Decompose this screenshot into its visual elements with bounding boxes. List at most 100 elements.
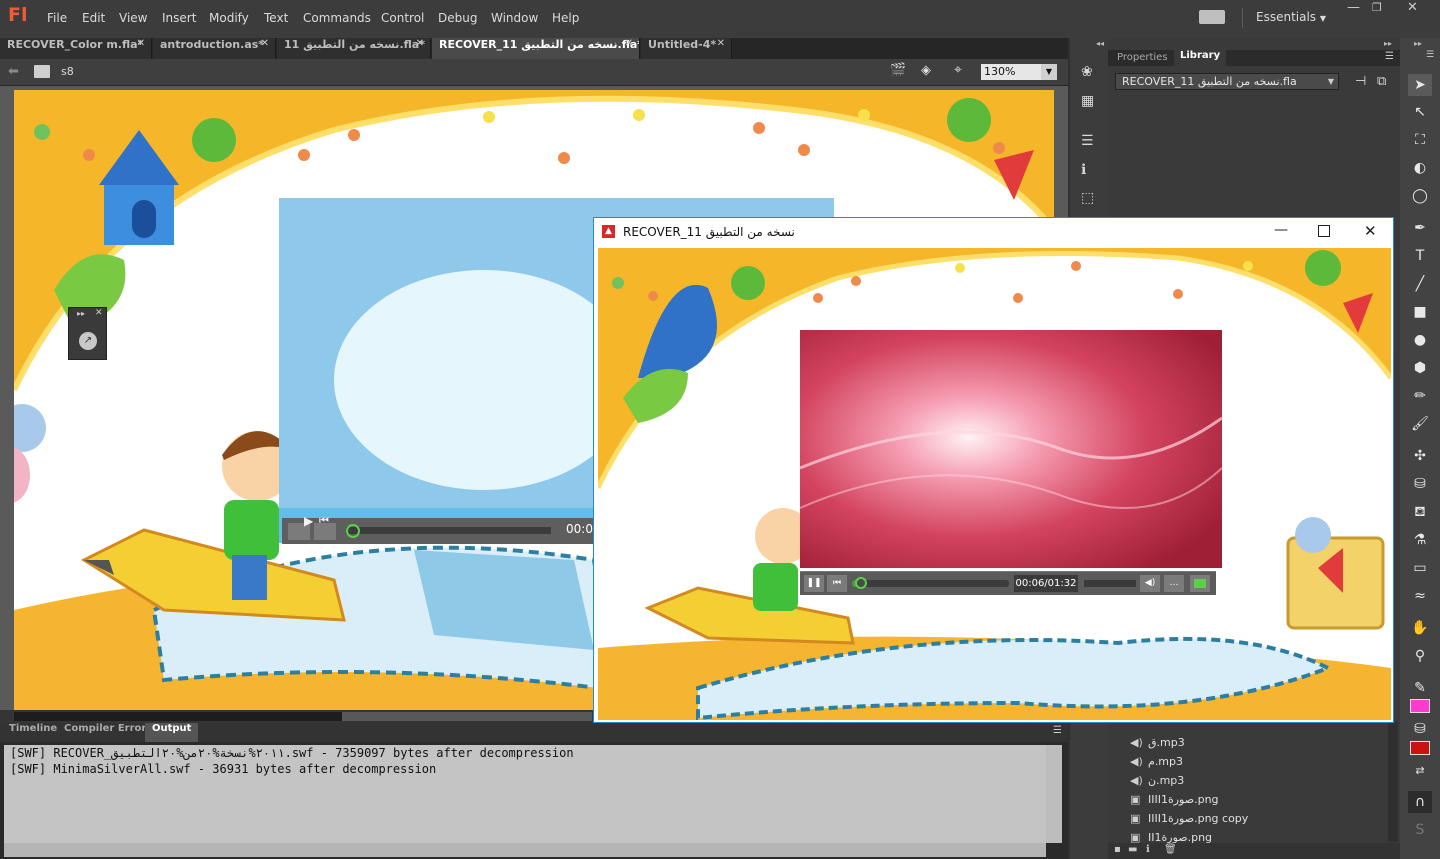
menu-commands[interactable]: Commands: [303, 11, 371, 25]
panel-menu-icon[interactable]: ☰: [1053, 725, 1062, 736]
close-icon[interactable]: ✕: [1407, 0, 1418, 15]
text-tool-icon[interactable]: T: [1408, 245, 1432, 267]
pen-tool-icon[interactable]: ✒: [1408, 217, 1432, 239]
menu-text[interactable]: Text: [264, 11, 288, 25]
close-icon[interactable]: ✕: [1364, 222, 1377, 240]
menu-modify[interactable]: Modify: [209, 11, 249, 25]
menu-window[interactable]: Window: [491, 11, 538, 25]
stroke-color-swatch[interactable]: [1410, 741, 1430, 755]
menu-control[interactable]: Control: [381, 11, 424, 25]
doc-tab[interactable]: نسخه من التطبيق 11.fla* ✕: [277, 38, 431, 59]
tab-timeline[interactable]: Timeline: [2, 723, 64, 742]
output-vertical-scrollbar[interactable]: [1046, 745, 1062, 843]
expand-icon[interactable]: ▸▸: [77, 309, 85, 318]
properties-icon[interactable]: ℹ: [1146, 844, 1150, 855]
edit-scene-icon[interactable]: 🎬: [890, 63, 906, 78]
hand-tool-icon[interactable]: ✋: [1408, 617, 1432, 639]
list-item[interactable]: ◀) ن.mp3: [1130, 774, 1184, 787]
rewind-icon[interactable]: ⏮: [319, 514, 329, 528]
menu-view[interactable]: View: [119, 11, 147, 25]
info-icon[interactable]: ℹ: [1081, 162, 1099, 178]
tab-compiler-errors[interactable]: Compiler Errors: [57, 723, 159, 742]
close-tab-icon[interactable]: ✕: [717, 38, 725, 49]
restore-icon[interactable]: ❐: [1372, 1, 1382, 14]
list-item[interactable]: ◀) ق.mp3: [1130, 736, 1185, 749]
new-symbol-icon[interactable]: ▪: [1114, 844, 1121, 855]
workspace-switcher[interactable]: Essentials ▼: [1256, 10, 1326, 24]
line-tool-icon[interactable]: ╱: [1408, 273, 1432, 295]
menu-edit[interactable]: Edit: [82, 11, 105, 25]
list-item[interactable]: ▣ IIIIصورة1.png copy: [1130, 812, 1248, 825]
doc-tab-active[interactable]: RECOVER_11 نسخه من التطبيق.fla*✕: [432, 38, 640, 59]
eyedropper-tool-icon[interactable]: ⚗: [1408, 529, 1432, 551]
grid-icon[interactable]: ▦: [1081, 93, 1099, 109]
transform-icon[interactable]: ⬚: [1081, 190, 1099, 206]
bone-tool-icon[interactable]: ✣: [1408, 445, 1432, 467]
maximize-icon[interactable]: [1318, 225, 1330, 237]
lasso-tool-icon[interactable]: ◯: [1408, 185, 1432, 207]
list-item[interactable]: ◀) م.mp3: [1130, 755, 1183, 768]
close-icon[interactable]: ✕: [95, 308, 103, 318]
eraser-tool-icon[interactable]: ▭: [1408, 557, 1432, 579]
oval-tool-icon[interactable]: ●: [1408, 329, 1432, 351]
menu-help[interactable]: Help: [552, 11, 579, 25]
captions-icon[interactable]: …: [1164, 575, 1184, 592]
edit-symbols-icon[interactable]: ◈: [921, 63, 931, 78]
seek-handle[interactable]: [855, 577, 868, 589]
list-item[interactable]: ▣ IIIIصورة1.png: [1130, 793, 1219, 806]
free-transform-tool-icon[interactable]: ⛶: [1408, 129, 1432, 151]
3d-rotation-tool-icon[interactable]: ◐: [1408, 157, 1432, 179]
delete-icon[interactable]: 🗑: [1164, 844, 1177, 855]
close-tab-icon[interactable]: ✕: [416, 38, 424, 49]
center-stage-icon[interactable]: ⌖: [954, 62, 962, 78]
doc-tab[interactable]: antroduction.as* ✕: [153, 38, 276, 59]
pause-icon[interactable]: ❚❚: [804, 575, 824, 592]
subselection-tool-icon[interactable]: ↖: [1408, 101, 1432, 123]
volume-icon[interactable]: ◀): [1140, 575, 1160, 592]
play-icon[interactable]: ▶: [304, 514, 313, 528]
panel-menu-icon[interactable]: ☰: [1426, 50, 1434, 60]
expand-panel-icon[interactable]: ▸▸: [1384, 39, 1392, 48]
close-tab-icon[interactable]: ✕: [625, 38, 633, 49]
zoom-select[interactable]: 130% ▼: [981, 64, 1057, 80]
selection-tool-icon[interactable]: ➤: [1408, 74, 1432, 96]
color-swatches-icon[interactable]: ❀: [1081, 64, 1099, 80]
fill-color-swatch[interactable]: [1410, 699, 1430, 713]
swap-colors-icon[interactable]: ⇄: [1408, 760, 1432, 782]
output-text[interactable]: [SWF] RECOVER_٢٠١١%نسخة%٢٠من%٢٠التطبيق.s…: [4, 745, 1046, 843]
doc-tab[interactable]: RECOVER_Color m.fla* ✕: [0, 38, 152, 59]
close-tab-icon[interactable]: ✕: [137, 38, 145, 49]
tab-properties[interactable]: Properties: [1111, 50, 1174, 66]
ink-bottle-tool-icon[interactable]: ⛾: [1408, 501, 1432, 523]
close-tab-icon[interactable]: ✕: [261, 38, 269, 49]
brush-tool-icon[interactable]: 🖌: [1408, 413, 1432, 435]
panel-menu-icon[interactable]: ☰: [1385, 51, 1394, 62]
scrollbar-thumb[interactable]: [342, 712, 592, 721]
menu-file[interactable]: File: [47, 11, 67, 25]
library-document-select[interactable]: RECOVER_11 نسخه من التطبيق.fla ▼: [1115, 73, 1339, 90]
doc-tab[interactable]: Untitled-4* ✕: [641, 38, 732, 59]
minimize-icon[interactable]: —: [1347, 0, 1360, 15]
zoom-tool-icon[interactable]: ⚲: [1408, 645, 1432, 667]
player-content[interactable]: [598, 248, 1391, 720]
new-folder-icon[interactable]: ▬: [1128, 844, 1137, 855]
polystar-tool-icon[interactable]: ⬢: [1408, 357, 1432, 379]
sync-settings-icon[interactable]: [1199, 10, 1225, 24]
fullscreen-icon[interactable]: [1190, 575, 1210, 592]
motion-presets-icon[interactable]: ↗: [79, 332, 97, 350]
library-scrollbar[interactable]: [1388, 722, 1398, 842]
smooth-icon[interactable]: S: [1408, 819, 1432, 841]
expand-tools-icon[interactable]: ▸▸: [1414, 39, 1422, 48]
rectangle-tool-icon[interactable]: ■: [1408, 301, 1432, 323]
pin-icon[interactable]: ⊣: [1355, 74, 1366, 89]
volume-bar[interactable]: [1084, 580, 1136, 587]
seek-bar[interactable]: [852, 577, 1009, 589]
menu-insert[interactable]: Insert: [162, 11, 196, 25]
back-arrow-icon[interactable]: ⬅: [8, 64, 19, 79]
paint-bucket-tool-icon[interactable]: ⛁: [1408, 473, 1432, 495]
rewind-icon[interactable]: ⏮: [827, 575, 847, 592]
pencil-tool-icon[interactable]: ✏: [1408, 385, 1432, 407]
snap-to-objects-icon[interactable]: ∩: [1408, 791, 1432, 813]
tab-library[interactable]: Library: [1174, 50, 1227, 66]
width-tool-icon[interactable]: ≈: [1408, 585, 1432, 607]
